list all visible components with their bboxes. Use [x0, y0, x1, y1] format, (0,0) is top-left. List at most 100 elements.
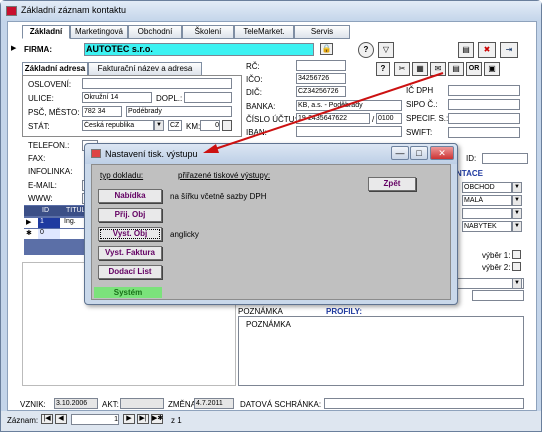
- record-selector-icon[interactable]: ▶: [11, 44, 16, 52]
- fax-icon[interactable]: ✉: [430, 62, 446, 76]
- fax-label: FAX:: [28, 154, 46, 163]
- dopl-label: DOPL.:: [156, 94, 183, 103]
- filter-icon[interactable]: ▽: [378, 42, 394, 58]
- mesto-field[interactable]: Podébrady: [126, 106, 232, 117]
- firma-field[interactable]: AUTOTEC s.r.o.: [84, 43, 314, 56]
- tab-telemarket[interactable]: TeleMarket.: [234, 25, 294, 39]
- id-label: ID:: [466, 154, 477, 163]
- right-dropdown-icon[interactable]: ▼: [512, 278, 522, 289]
- vyst-obj-button[interactable]: Vyst. Obj: [98, 227, 162, 241]
- icdph-field[interactable]: [448, 85, 520, 96]
- grid-cell-titul[interactable]: Ing.: [64, 218, 76, 225]
- telefon-label: TELEFON.:: [28, 141, 70, 150]
- nabytek-dropdown-icon[interactable]: ▼: [512, 221, 522, 232]
- tab-servis[interactable]: Servis: [294, 25, 350, 39]
- question-icon[interactable]: ?: [376, 62, 390, 76]
- vyber1-checkbox[interactable]: [512, 250, 521, 259]
- cislo-uctu-field[interactable]: 19-2435647622: [296, 113, 370, 124]
- tab-fakturacni-adresa[interactable]: Fakturační název a adresa: [88, 62, 202, 76]
- icdph-label: IČ DPH: [406, 86, 434, 95]
- dialog-minimize-button[interactable]: —: [391, 146, 409, 160]
- grid-header-id: ID: [42, 207, 49, 214]
- document-icon[interactable]: ▤: [448, 62, 464, 76]
- zaznam-label: Záznam:: [7, 416, 39, 425]
- tab-skoleni[interactable]: Školení: [182, 25, 234, 39]
- banka-label: BANKA:: [246, 102, 276, 111]
- next-record-icon[interactable]: ▶: [123, 414, 135, 424]
- km-field[interactable]: 0: [200, 120, 220, 131]
- rc-field[interactable]: [296, 60, 346, 71]
- specif-field[interactable]: [448, 113, 520, 124]
- or-icon[interactable]: OR: [466, 62, 482, 76]
- app-icon: [6, 6, 17, 16]
- folder-icon[interactable]: ▣: [484, 62, 500, 76]
- dialog-content: typ dokladu: přiřazené tiskové výstupy: …: [91, 164, 451, 300]
- obchod-dropdown-icon[interactable]: ▼: [512, 182, 522, 193]
- new-record-icon[interactable]: ▶✱: [151, 414, 163, 424]
- osloveni-field[interactable]: [82, 78, 232, 89]
- dialog-close-button[interactable]: ✕: [430, 146, 454, 160]
- swift-field[interactable]: [448, 127, 520, 138]
- iban-field[interactable]: [296, 126, 402, 137]
- dodaci-list-button[interactable]: Dodací List: [98, 265, 162, 279]
- record-count: z 1: [171, 416, 182, 425]
- delete-icon[interactable]: ✖: [478, 42, 496, 58]
- tab-marketingova[interactable]: Marketingová: [70, 25, 128, 39]
- card-icon[interactable]: ▦: [412, 62, 428, 76]
- dialog-maximize-button[interactable]: □: [410, 146, 428, 160]
- stat-dropdown-icon[interactable]: ▼: [154, 120, 164, 131]
- sipo-field[interactable]: [448, 99, 520, 110]
- banka-field[interactable]: KB, a.s. - Poděbrady: [296, 100, 402, 111]
- right-field[interactable]: [472, 290, 524, 301]
- ico-field[interactable]: 34256726: [296, 73, 346, 84]
- dopl-field[interactable]: [184, 92, 232, 103]
- bank-code-field[interactable]: 0100: [376, 113, 402, 124]
- select-mala[interactable]: MALÁ: [462, 195, 512, 206]
- select-nabytek[interactable]: NABYTEK: [462, 221, 512, 232]
- dialog-title-bar: Nastavení tisk. výstupu — □ ✕: [85, 144, 457, 164]
- grid-cell-id[interactable]: 0: [38, 229, 60, 239]
- new-row-icon: ✱: [26, 230, 32, 237]
- print-settings-dialog: Nastavení tisk. výstupu — □ ✕ typ doklad…: [84, 143, 458, 305]
- window-title: Základní záznam kontaktu: [21, 5, 127, 15]
- datova-field[interactable]: [324, 398, 524, 409]
- lock-icon[interactable]: 🔒: [320, 43, 333, 55]
- tab-obchodni[interactable]: Obchodní: [128, 25, 182, 39]
- select-obchod[interactable]: OBCHOD: [462, 182, 512, 193]
- vyber2-checkbox[interactable]: [512, 262, 521, 271]
- infolinka-label: INFOLINKA:: [28, 167, 73, 176]
- stat-field[interactable]: Česká republika: [82, 120, 154, 131]
- scissors-icon[interactable]: ✂: [394, 62, 410, 76]
- mala-dropdown-icon[interactable]: ▼: [512, 195, 522, 206]
- record-number-field[interactable]: 1: [71, 414, 119, 425]
- export-icon[interactable]: ⇥: [500, 42, 518, 58]
- ulice-field[interactable]: Okružní 14: [82, 92, 152, 103]
- tab-zakladni[interactable]: Základní: [22, 25, 70, 39]
- ico-label: IČO:: [246, 75, 263, 84]
- select-empty[interactable]: [462, 208, 512, 219]
- vyst-faktura-button[interactable]: Vyst. Faktura: [98, 246, 162, 260]
- datova-label: DATOVÁ SCHRÁNKA:: [240, 400, 322, 409]
- print-icon[interactable]: ▤: [458, 42, 474, 58]
- vyber2-label: výběr 2:: [482, 263, 511, 272]
- back-button[interactable]: Zpět: [368, 177, 416, 191]
- empty-dropdown-icon[interactable]: ▼: [512, 208, 522, 219]
- stat-label: STÁT:: [28, 122, 50, 131]
- typ-dokladu-header: typ dokladu:: [100, 171, 144, 180]
- id-field[interactable]: [482, 153, 528, 164]
- stat-code-field[interactable]: CZ: [168, 120, 182, 131]
- help-icon[interactable]: ?: [358, 42, 374, 58]
- first-record-icon[interactable]: |◀: [41, 414, 53, 424]
- vystupy-header: přiřazené tiskové výstupy:: [178, 171, 271, 180]
- tab-zakladni-adresa[interactable]: Základní adresa: [22, 62, 88, 76]
- psc-field[interactable]: 782 34: [82, 106, 122, 117]
- km-checkbox[interactable]: [222, 120, 232, 131]
- nabidka-button[interactable]: Nabídka: [98, 189, 162, 203]
- vznik-field: 3.10.2006: [54, 398, 98, 409]
- last-record-icon[interactable]: ▶|: [137, 414, 149, 424]
- row-pointer-icon: ▶: [26, 219, 32, 226]
- dic-field[interactable]: CZ34256726: [296, 86, 346, 97]
- prij-obj-button[interactable]: Přij. Obj: [98, 208, 162, 222]
- prev-record-icon[interactable]: ◀: [55, 414, 67, 424]
- grid-cell-id[interactable]: 1: [38, 218, 60, 228]
